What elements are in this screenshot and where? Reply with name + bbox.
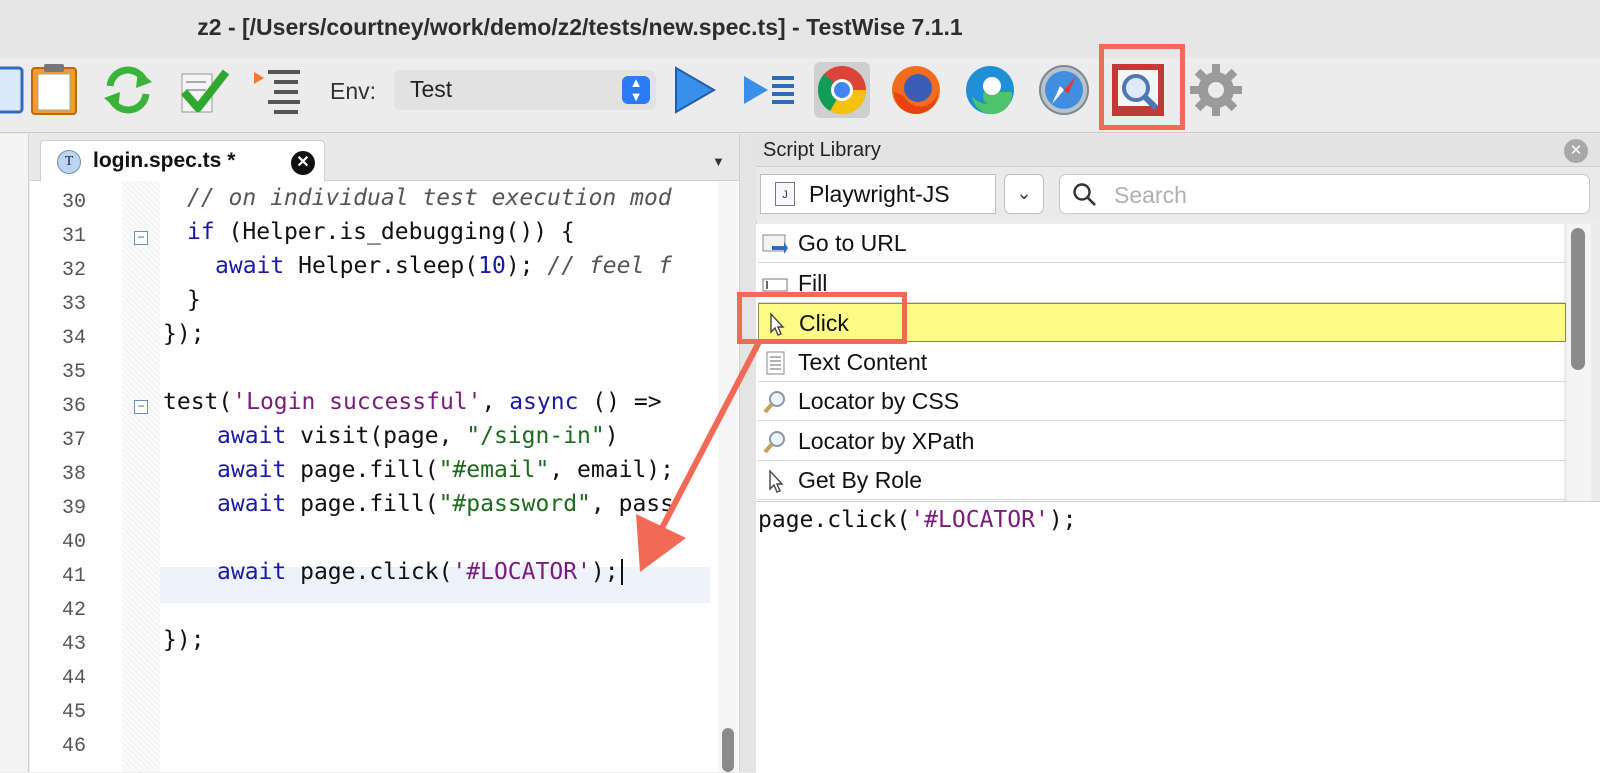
tab-menu-icon[interactable]: ▼ xyxy=(712,154,725,169)
line-number: 36 xyxy=(61,395,86,418)
document-icon xyxy=(762,351,788,375)
code-line-43: }); xyxy=(163,627,205,653)
toolbar xyxy=(0,58,1600,133)
code-line-38: await page.fill("#email", email); xyxy=(217,457,674,483)
line-number: 45 xyxy=(61,701,86,724)
search-icon xyxy=(1073,183,1096,206)
code-line-34: }); xyxy=(163,321,205,347)
refresh-icon[interactable] xyxy=(98,60,158,120)
outline-icon[interactable] xyxy=(246,60,306,120)
snippet-item-label: Text Content xyxy=(798,348,928,375)
checklist-icon[interactable] xyxy=(172,60,232,120)
search-box[interactable] xyxy=(1059,174,1590,214)
code-line-32: await Helper.sleep(10); // feel f xyxy=(215,253,672,279)
code-line-30: // on individual test execution mod xyxy=(187,185,672,211)
line-number: 44 xyxy=(61,667,86,690)
code-line-36: test('Login successful', async () => xyxy=(163,389,662,415)
snippet-item-label: Go to URL xyxy=(798,230,907,256)
line-number: 43 xyxy=(61,633,86,656)
editor-tab[interactable]: T login.spec.ts * ✕ xyxy=(40,140,325,182)
panel-splitter[interactable] xyxy=(739,134,757,772)
line-number: 35 xyxy=(61,361,86,384)
code-line-41: await page.click('#LOCATOR'); xyxy=(217,559,623,585)
framework-label: Playwright-JS xyxy=(809,181,950,207)
javascript-file-icon: J xyxy=(775,182,795,206)
snippet-preview[interactable] xyxy=(756,501,1600,773)
snippet-code: page.click('#LOCATOR'); xyxy=(758,507,1077,533)
line-number: 41 xyxy=(61,565,86,588)
clipboard-icon[interactable] xyxy=(24,60,84,120)
line-number: 31 xyxy=(61,225,86,248)
code-line-39: await page.fill("#password", pass xyxy=(217,491,674,517)
close-icon[interactable]: ✕ xyxy=(291,151,315,175)
framework-select[interactable]: J Playwright-JS xyxy=(760,174,996,214)
code-line-37: await visit(page, "/sign-in") xyxy=(217,423,619,449)
close-icon[interactable]: ✕ xyxy=(1564,139,1588,163)
line-number: 39 xyxy=(61,497,86,520)
code-line-31: if (Helper.is_debugging()) { xyxy=(187,219,575,245)
snippet-item[interactable]: Get By Role xyxy=(758,461,1566,500)
snippet-item[interactable]: Locator by XPath xyxy=(758,422,1566,461)
code-line-33: } xyxy=(187,287,201,313)
settings-icon[interactable] xyxy=(1186,60,1246,120)
window-title: z2 - [/Users/courtney/work/demo/z2/tests… xyxy=(197,14,963,40)
chevron-updown-icon: ▲ ▼ xyxy=(622,76,650,104)
edge-icon[interactable] xyxy=(960,60,1020,120)
fold-column xyxy=(122,181,160,772)
line-number: 33 xyxy=(61,293,86,316)
line-number: 40 xyxy=(61,531,86,554)
safari-icon[interactable] xyxy=(1034,60,1094,120)
run-all-icon[interactable] xyxy=(738,60,798,120)
click-item-highlight xyxy=(737,292,907,344)
script-library-highlight xyxy=(1099,44,1185,130)
typescript-file-icon: T xyxy=(57,150,81,174)
chrome-icon[interactable] xyxy=(812,60,872,120)
fold-toggle-icon[interactable]: − xyxy=(134,400,148,414)
env-value: Test xyxy=(410,76,453,102)
side-panel-edge xyxy=(0,134,29,772)
run-icon[interactable] xyxy=(662,60,722,120)
snippet-item[interactable]: Text Content xyxy=(758,343,1566,382)
snippet-item-label: Locator by CSS xyxy=(798,388,960,414)
line-number: 38 xyxy=(61,463,86,486)
firefox-icon[interactable] xyxy=(886,60,946,120)
snippet-item[interactable]: Go to URL xyxy=(758,224,1566,263)
line-number: 32 xyxy=(61,259,86,282)
snippet-item-label: Locator by XPath xyxy=(798,427,975,454)
snippet-list-scrollbar-thumb[interactable] xyxy=(1571,228,1585,370)
snippet-item[interactable]: Locator by CSS xyxy=(758,382,1566,421)
magnifier-icon xyxy=(762,390,788,414)
line-number: 30 xyxy=(61,191,86,214)
navigate-icon xyxy=(762,232,788,256)
fold-toggle-icon[interactable]: − xyxy=(134,231,148,245)
search-input[interactable] xyxy=(1112,178,1576,212)
magnifier-icon xyxy=(762,430,788,454)
script-library-header xyxy=(756,134,1600,167)
line-number: 37 xyxy=(61,429,86,452)
line-number: 42 xyxy=(61,599,86,622)
env-select[interactable]: Test ▲ ▼ xyxy=(394,70,656,110)
tab-label: login.spec.ts * xyxy=(93,149,236,172)
snippet-item-label: Get By Role xyxy=(798,467,922,493)
editor-scrollbar[interactable] xyxy=(718,181,738,772)
script-library-title: Script Library xyxy=(763,139,881,161)
editor-scrollbar-thumb[interactable] xyxy=(722,728,734,772)
env-label: Env: xyxy=(330,78,377,104)
line-number: 34 xyxy=(61,327,86,350)
pointer-icon xyxy=(762,469,788,493)
text-cursor xyxy=(620,559,623,585)
line-number: 46 xyxy=(61,735,86,758)
chevron-down-icon[interactable]: ⌄ xyxy=(1004,174,1044,214)
